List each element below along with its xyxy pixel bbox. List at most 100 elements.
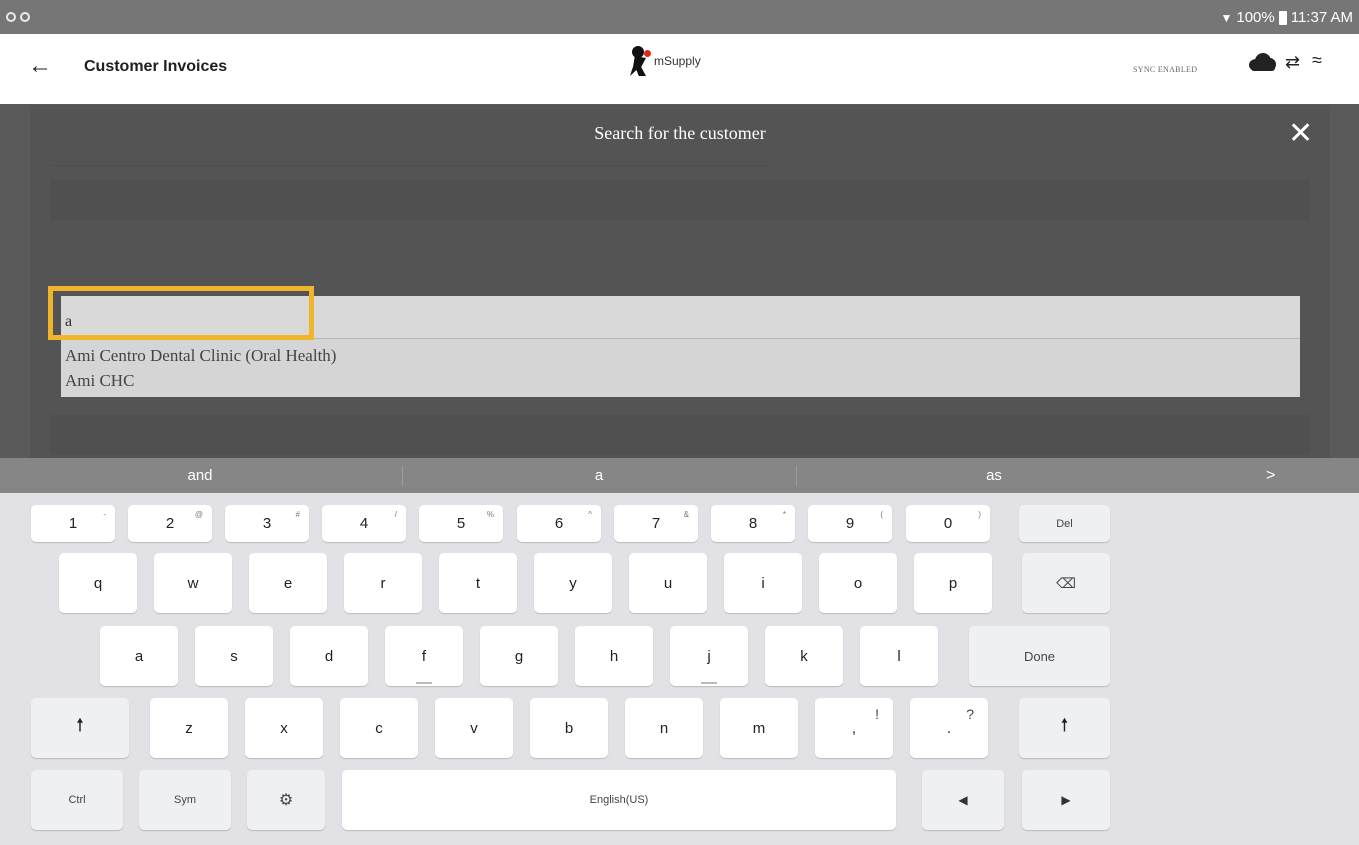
key-label: 0 bbox=[943, 515, 953, 532]
sync-status: SYNC ENABLED bbox=[1133, 65, 1198, 74]
chevron-right-icon[interactable]: > bbox=[1266, 458, 1275, 493]
key-r[interactable]: r bbox=[344, 553, 422, 613]
backspace-icon[interactable]: ⌫ bbox=[1022, 553, 1110, 613]
key-label: 3 bbox=[262, 515, 272, 532]
battery-icon bbox=[1278, 10, 1287, 25]
key-label: 2 bbox=[165, 515, 175, 532]
ghost-table-row bbox=[50, 415, 1310, 455]
search-result-item[interactable]: Ami Centro Dental Clinic (Oral Health) bbox=[61, 343, 1300, 368]
status-indicators: ▼ 100% 11:37 AM bbox=[1220, 9, 1353, 26]
key-6[interactable]: 6 ^ bbox=[517, 505, 601, 542]
clock: 11:37 AM bbox=[1290, 9, 1353, 26]
key-9[interactable]: 9( bbox=[808, 505, 892, 542]
space-key[interactable]: English(US) bbox=[342, 770, 896, 830]
rss-icon[interactable]: ≈ bbox=[1312, 50, 1322, 71]
search-results: Ami Centro Dental Clinic (Oral Health) A… bbox=[61, 343, 1300, 393]
key-sub-label: / bbox=[394, 510, 397, 519]
key-label: j bbox=[707, 647, 711, 665]
key-8[interactable]: 8 * bbox=[711, 505, 795, 542]
key-d[interactable]: d bbox=[290, 626, 368, 686]
key-5[interactable]: 5% bbox=[419, 505, 503, 542]
search-modal: Search for the customer ✕ Ami Centro Den… bbox=[30, 105, 1330, 460]
shift-icon[interactable]: 🠕 bbox=[31, 698, 129, 758]
keyboard-suggestions: and a as > bbox=[0, 458, 1359, 493]
key-h[interactable]: h bbox=[575, 626, 653, 686]
status-bar: ▼ 100% 11:37 AM bbox=[0, 0, 1359, 34]
key-n[interactable]: n bbox=[625, 698, 703, 758]
home-row-marker bbox=[701, 682, 717, 684]
key-m[interactable]: m bbox=[720, 698, 798, 758]
key-sub-label: ! bbox=[875, 706, 879, 722]
right-arrow-icon[interactable]: ▶ bbox=[1022, 770, 1110, 830]
key-a[interactable]: a bbox=[100, 626, 178, 686]
ctrl-key[interactable]: Ctrl bbox=[31, 770, 123, 830]
cloud-icon[interactable] bbox=[1247, 52, 1277, 72]
key-i[interactable]: i bbox=[724, 553, 802, 613]
modal-title: Search for the customer bbox=[594, 123, 766, 143]
key-g[interactable]: g bbox=[480, 626, 558, 686]
signal-icon: ▼ bbox=[1220, 10, 1233, 25]
sym-key[interactable]: Sym bbox=[139, 770, 231, 830]
done-key[interactable]: Done bbox=[969, 626, 1110, 686]
key-x[interactable]: x bbox=[245, 698, 323, 758]
page-title: Customer Invoices bbox=[84, 58, 228, 75]
search-result-item[interactable]: Ami CHC bbox=[61, 368, 1300, 393]
key-sub-label: # bbox=[295, 510, 300, 519]
key-0[interactable]: 0) bbox=[906, 505, 990, 542]
app-header: ← Customer Invoices mSupply SYNC ENABLED… bbox=[0, 34, 1359, 104]
key-t[interactable]: t bbox=[439, 553, 517, 613]
key-j[interactable]: j bbox=[670, 626, 748, 686]
key-sub-label: & bbox=[683, 510, 689, 519]
key-v[interactable]: v bbox=[435, 698, 513, 758]
suggestion-item[interactable]: a bbox=[404, 458, 794, 493]
key-sub-label: % bbox=[486, 510, 494, 519]
key-sub-label: @ bbox=[194, 510, 203, 519]
home-row-marker bbox=[416, 682, 432, 684]
key-label: 6 bbox=[554, 515, 564, 532]
key-p[interactable]: p bbox=[914, 553, 992, 613]
key-b[interactable]: b bbox=[530, 698, 608, 758]
key-q[interactable]: q bbox=[59, 553, 137, 613]
key-u[interactable]: u bbox=[629, 553, 707, 613]
key-c[interactable]: c bbox=[340, 698, 418, 758]
suggestion-item[interactable]: and bbox=[0, 458, 400, 493]
key-7[interactable]: 7 & bbox=[614, 505, 698, 542]
key-sub-label: - bbox=[103, 510, 106, 519]
key-4[interactable]: 4/ bbox=[322, 505, 406, 542]
key-w[interactable]: w bbox=[154, 553, 232, 613]
shift-icon[interactable]: 🠕 bbox=[1019, 698, 1110, 758]
key-period[interactable]: .? bbox=[910, 698, 988, 758]
suggestion-item[interactable]: as bbox=[798, 458, 1190, 493]
key-label: f bbox=[421, 647, 427, 665]
suggestion-divider bbox=[402, 466, 403, 486]
key-comma[interactable]: ,! bbox=[815, 698, 893, 758]
key-label: . bbox=[946, 719, 952, 737]
back-arrow-icon[interactable]: ← bbox=[28, 52, 52, 80]
key-label: 1 bbox=[68, 515, 78, 532]
key-sub-label: ) bbox=[978, 510, 981, 519]
sync-arrows-icon[interactable]: ⇄ bbox=[1285, 52, 1300, 73]
delete-key[interactable]: Del bbox=[1019, 505, 1110, 542]
key-k[interactable]: k bbox=[765, 626, 843, 686]
key-2[interactable]: 2 @ bbox=[128, 505, 212, 542]
key-e[interactable]: e bbox=[249, 553, 327, 613]
key-o[interactable]: o bbox=[819, 553, 897, 613]
left-arrow-icon[interactable]: ◀ bbox=[922, 770, 1004, 830]
settings-gear-icon[interactable]: ⚙ bbox=[247, 770, 325, 830]
key-label: 7 bbox=[651, 515, 661, 532]
key-f[interactable]: f bbox=[385, 626, 463, 686]
key-y[interactable]: y bbox=[534, 553, 612, 613]
key-1[interactable]: 1- bbox=[31, 505, 115, 542]
notification-icon bbox=[20, 12, 30, 22]
on-screen-keyboard: 1- 2 @ 3 # 4/ 5% 6 ^ 7 & 8 * 9( 0) Del q w e … bbox=[0, 493, 1359, 845]
close-icon[interactable]: ✕ bbox=[1288, 119, 1313, 149]
notification-icons bbox=[6, 12, 30, 22]
key-s[interactable]: s bbox=[195, 626, 273, 686]
logo-figure-icon bbox=[628, 46, 651, 76]
key-3[interactable]: 3 # bbox=[225, 505, 309, 542]
key-label: , bbox=[851, 719, 857, 737]
key-z[interactable]: z bbox=[150, 698, 228, 758]
app-logo: mSupply bbox=[628, 46, 701, 76]
key-l[interactable]: l bbox=[860, 626, 938, 686]
key-sub-label: ^ bbox=[588, 510, 592, 519]
